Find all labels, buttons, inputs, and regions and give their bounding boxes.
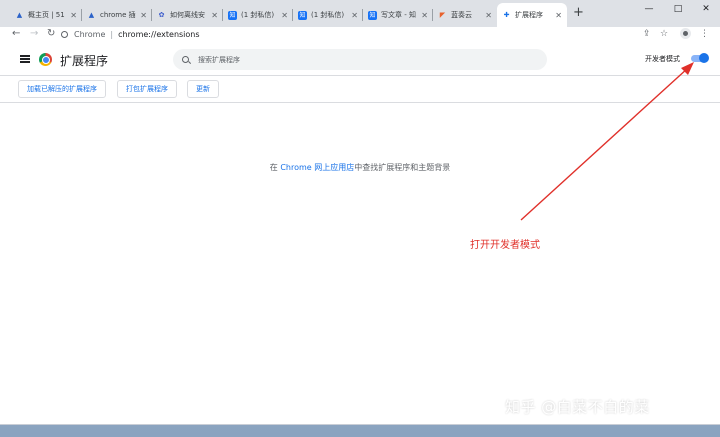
tab-title: 概主页 | 51 — [28, 11, 65, 19]
close-icon[interactable]: ✕ — [140, 11, 147, 20]
tab-5[interactable]: 知 写文章 - 知 ✕ — [363, 3, 433, 27]
share-icon[interactable]: ⇪ — [643, 27, 651, 41]
web-store-link[interactable]: Chrome 网上应用店 — [280, 163, 354, 172]
zhihu-icon: 知 — [228, 10, 237, 20]
tab-1[interactable]: ▲ chrome 插 ✕ — [82, 3, 152, 27]
close-icon[interactable]: ✕ — [485, 11, 492, 20]
close-icon[interactable]: ✕ — [70, 11, 77, 20]
lanzou-icon: ◤ — [439, 10, 446, 19]
forward-button[interactable]: → — [30, 27, 38, 41]
close-icon[interactable]: ✕ — [351, 11, 358, 20]
close-window-button[interactable]: ✕ — [691, 0, 720, 18]
close-icon[interactable]: ✕ — [211, 11, 218, 20]
dev-actions-bar: 加载已解压的扩展程序 打包扩展程序 更新 — [0, 76, 720, 103]
profile-avatar[interactable] — [680, 28, 691, 39]
separator: | — [110, 29, 114, 39]
update-button[interactable]: 更新 — [187, 80, 219, 98]
tab-title: 如何离线安 — [170, 11, 205, 19]
address-bar[interactable]: Chrome | chrome://extensions — [61, 27, 631, 41]
search-box[interactable] — [173, 49, 547, 70]
annotation-text: 打开开发者模式 — [470, 240, 540, 251]
gear-icon: ✿ — [158, 10, 165, 19]
empty-suffix: 中查找扩展程序和主题背景 — [354, 163, 451, 172]
tab-7-active[interactable]: ✚ 扩展程序 ✕ — [497, 3, 567, 27]
tab-0[interactable]: ▲ 概主页 | 51 ✕ — [10, 3, 82, 27]
new-tab-button[interactable]: + — [573, 6, 584, 20]
tab-title: 蓝奏云 — [451, 11, 472, 19]
url-text: chrome://extensions — [118, 29, 200, 39]
star-icon[interactable]: ☆ — [660, 27, 668, 41]
minimize-button[interactable]: — — [634, 0, 664, 18]
load-unpacked-button[interactable]: 加载已解压的扩展程序 — [18, 80, 106, 98]
extensions-header: 扩展程序 开发者模式 — [0, 44, 720, 76]
puzzle-icon: ✚ — [503, 10, 510, 19]
tab-title: 扩展程序 — [515, 11, 543, 19]
chrome-info-icon — [61, 30, 68, 38]
a-icon: ▲ — [16, 10, 23, 19]
tab-title: (1 封私信) — [311, 11, 345, 19]
more-menu-icon[interactable]: ⋮ — [700, 27, 709, 41]
search-input[interactable] — [198, 55, 498, 64]
close-icon[interactable]: ✕ — [281, 11, 288, 20]
tab-title: chrome 插 — [100, 11, 136, 19]
tab-title: (1 封私信) — [241, 11, 275, 19]
zhihu-icon: 知 — [368, 10, 377, 20]
dev-mode-toggle[interactable] — [691, 53, 709, 63]
tab-title: 写文章 - 知 — [381, 11, 416, 19]
close-icon[interactable]: ✕ — [421, 11, 428, 20]
empty-prefix: 在 — [269, 163, 281, 172]
empty-state-message: 在 Chrome 网上应用店中查找扩展程序和主题背景 — [0, 162, 720, 173]
tab-3[interactable]: 知 (1 封私信) ✕ — [223, 3, 293, 27]
tab-strip: ▲ 概主页 | 51 ✕ ▲ chrome 插 ✕ ✿ 如何离线安 ✕ 知 (1… — [0, 0, 720, 27]
reload-button[interactable]: ↻ — [47, 27, 55, 41]
search-icon — [182, 56, 189, 63]
watermark: 知乎 @白菜不白的菜 — [505, 398, 650, 416]
pack-extension-button[interactable]: 打包扩展程序 — [117, 80, 177, 98]
maximize-button[interactable]: □ — [663, 0, 693, 18]
tab-6[interactable]: ◤ 蓝奏云 ✕ — [433, 3, 497, 27]
zhihu-icon: 知 — [298, 10, 307, 20]
tab-4[interactable]: 知 (1 封私信) ✕ — [293, 3, 363, 27]
hamburger-menu-icon[interactable] — [20, 55, 30, 63]
toggle-knob — [699, 53, 709, 63]
a-icon: ▲ — [88, 10, 95, 19]
dev-mode-label: 开发者模式 — [645, 55, 680, 63]
page-title: 扩展程序 — [60, 54, 109, 68]
person-icon — [683, 31, 688, 36]
back-button[interactable]: ← — [12, 27, 20, 41]
chrome-logo-icon — [39, 53, 52, 66]
tab-2[interactable]: ✿ 如何离线安 ✕ — [152, 3, 223, 27]
toolbar: ← → ↻ Chrome | chrome://extensions ⇪ ☆ ⋮ — [0, 27, 720, 41]
scheme-label: Chrome — [74, 29, 106, 39]
browser-window: ▲ 概主页 | 51 ✕ ▲ chrome 插 ✕ ✿ 如何离线安 ✕ 知 (1… — [0, 0, 720, 425]
close-icon[interactable]: ✕ — [555, 11, 562, 20]
